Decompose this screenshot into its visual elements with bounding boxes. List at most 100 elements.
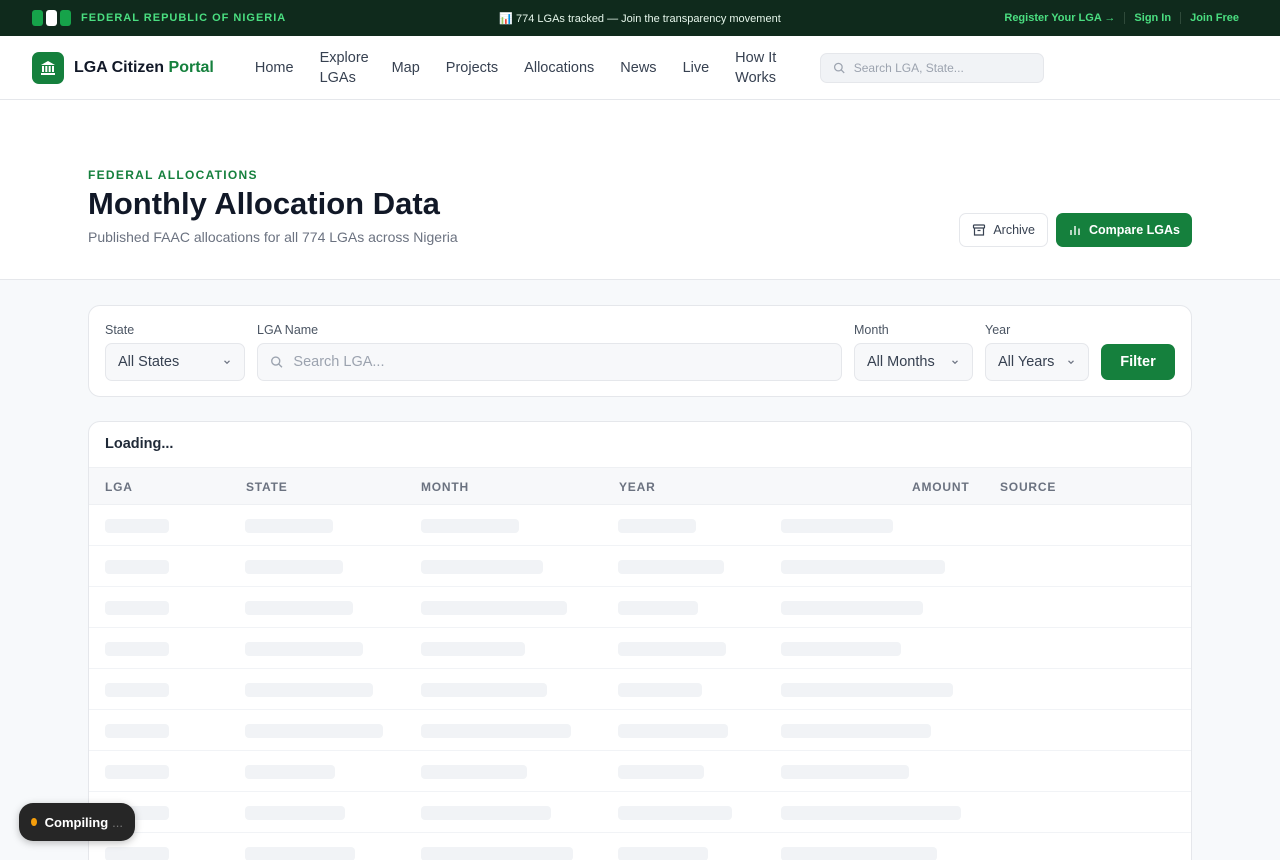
table-row xyxy=(89,792,1191,833)
archive-button[interactable]: Archive xyxy=(959,213,1048,247)
skeleton-cell xyxy=(781,765,909,779)
year-select[interactable]: All Years xyxy=(985,343,1089,381)
search-icon xyxy=(834,62,845,73)
filter-button[interactable]: Filter xyxy=(1101,344,1175,380)
lga-name-filter: LGA Name xyxy=(257,323,842,381)
skeleton-cell xyxy=(245,724,383,738)
skeleton-cell xyxy=(245,847,355,860)
column-header-source[interactable]: SOURCE xyxy=(1000,480,1056,494)
country-name: FEDERAL REPUBLIC OF NIGERIA xyxy=(81,12,287,24)
status-dot xyxy=(31,818,37,826)
government-building-icon xyxy=(32,51,64,84)
nav-projects[interactable]: Projects xyxy=(433,58,511,78)
nav-explore-lgas[interactable]: Explore LGAs xyxy=(307,48,379,88)
brand-logo[interactable]: LGA Citizen Portal xyxy=(32,51,214,84)
skeleton-cell xyxy=(421,765,527,779)
table-row xyxy=(89,587,1191,628)
month-label: Month xyxy=(854,323,889,337)
nav-menu: Home Explore LGAs Map Projects Allocatio… xyxy=(242,48,794,88)
skeleton-cell xyxy=(781,601,923,615)
skeleton-cell xyxy=(421,683,547,697)
nav-allocations[interactable]: Allocations xyxy=(511,58,607,78)
nav-map[interactable]: Map xyxy=(379,58,433,78)
page-title: Monthly Allocation Data xyxy=(88,186,440,221)
month-select-value: All Months xyxy=(867,354,935,370)
nav-search-input[interactable] xyxy=(853,60,1032,75)
table-row xyxy=(89,710,1191,751)
skeleton-cell xyxy=(781,519,893,533)
table-row xyxy=(89,751,1191,792)
bar-chart-icon xyxy=(1070,226,1080,235)
nav-home[interactable]: Home xyxy=(242,58,307,78)
month-select[interactable]: All Months xyxy=(854,343,973,381)
sign-in-link[interactable]: Sign In xyxy=(1125,12,1180,24)
table-row xyxy=(89,833,1191,860)
skeleton-cell xyxy=(618,765,704,779)
join-free-link[interactable]: Join Free xyxy=(1181,12,1248,24)
allocation-table: Loading... LGA STATE MONTH YEAR AMOUNT S… xyxy=(88,421,1192,860)
year-select-value: All Years xyxy=(998,354,1055,370)
skeleton-cell xyxy=(105,847,169,860)
top-links: Register Your LGA → Sign In Join Free xyxy=(995,12,1248,24)
skeleton-cell xyxy=(105,683,169,697)
table-header: LGA STATE MONTH YEAR AMOUNT SOURCE xyxy=(89,467,1191,505)
table-row xyxy=(89,546,1191,587)
year-label: Year xyxy=(985,323,1011,337)
register-lga-link[interactable]: Register Your LGA → xyxy=(995,12,1124,24)
column-header-month[interactable]: MONTH xyxy=(421,480,469,494)
nav-how-it-works[interactable]: How It Works xyxy=(722,48,794,88)
skeleton-cell xyxy=(421,724,571,738)
table-row xyxy=(89,669,1191,710)
skeleton-cell xyxy=(421,847,573,860)
table-row xyxy=(89,505,1191,546)
skeleton-cell xyxy=(618,519,696,533)
state-filter: State All States xyxy=(105,323,245,381)
skeleton-cell xyxy=(781,560,945,574)
column-header-lga[interactable]: LGA xyxy=(105,480,133,494)
table-row xyxy=(89,628,1191,669)
chevron-down-icon xyxy=(952,360,958,365)
skeleton-cell xyxy=(105,724,169,738)
state-select[interactable]: All States xyxy=(105,343,245,381)
skeleton-cell xyxy=(421,806,551,820)
nav-news[interactable]: News xyxy=(607,58,669,78)
column-header-amount[interactable]: AMOUNT xyxy=(912,480,969,494)
archive-icon xyxy=(973,224,986,236)
brand-prefix: LGA Citizen xyxy=(74,58,165,76)
skeleton-cell xyxy=(781,642,901,656)
skeleton-cell xyxy=(245,806,345,820)
header-actions: Archive Compare LGAs xyxy=(959,213,1192,247)
skeleton-cell xyxy=(421,519,519,533)
month-filter: Month All Months xyxy=(854,323,973,381)
page-subtitle: Published FAAC allocations for all 774 L… xyxy=(88,229,458,245)
skeleton-cell xyxy=(105,642,169,656)
skeleton-cell xyxy=(421,601,567,615)
search-icon xyxy=(271,356,283,368)
state-label: State xyxy=(105,323,135,337)
skeleton-cell xyxy=(245,601,353,615)
lga-search-input[interactable] xyxy=(293,354,829,370)
nav-search-box[interactable] xyxy=(820,52,1045,83)
chevron-down-icon xyxy=(1068,360,1074,365)
lga-search-box[interactable] xyxy=(257,343,842,381)
compiling-label: Compiling xyxy=(44,814,109,830)
skeleton-cell xyxy=(618,683,702,697)
skeleton-cell xyxy=(105,601,169,615)
column-header-state[interactable]: STATE xyxy=(246,480,288,494)
compare-lgas-button[interactable]: Compare LGAs xyxy=(1056,213,1192,247)
skeleton-cell xyxy=(245,683,373,697)
lga-name-label: LGA Name xyxy=(257,323,319,337)
top-banner: FEDERAL REPUBLIC OF NIGERIA 📊 774 LGAs t… xyxy=(0,0,1280,36)
skeleton-cell xyxy=(421,560,543,574)
page-header: FEDERAL ALLOCATIONS Monthly Allocation D… xyxy=(0,100,1280,280)
brand-name: LGA Citizen Portal xyxy=(74,59,214,77)
compiling-indicator: Compiling ... xyxy=(19,803,135,841)
archive-label: Archive xyxy=(993,223,1035,237)
skeleton-cell xyxy=(245,642,363,656)
nav-live[interactable]: Live xyxy=(670,58,723,78)
skeleton-cell xyxy=(105,560,169,574)
column-header-year[interactable]: YEAR xyxy=(619,480,656,494)
year-filter: Year All Years xyxy=(985,323,1089,381)
ticker-text: 📊 774 LGAs tracked — Join the transparen… xyxy=(499,12,781,25)
skeleton-cell xyxy=(245,519,333,533)
